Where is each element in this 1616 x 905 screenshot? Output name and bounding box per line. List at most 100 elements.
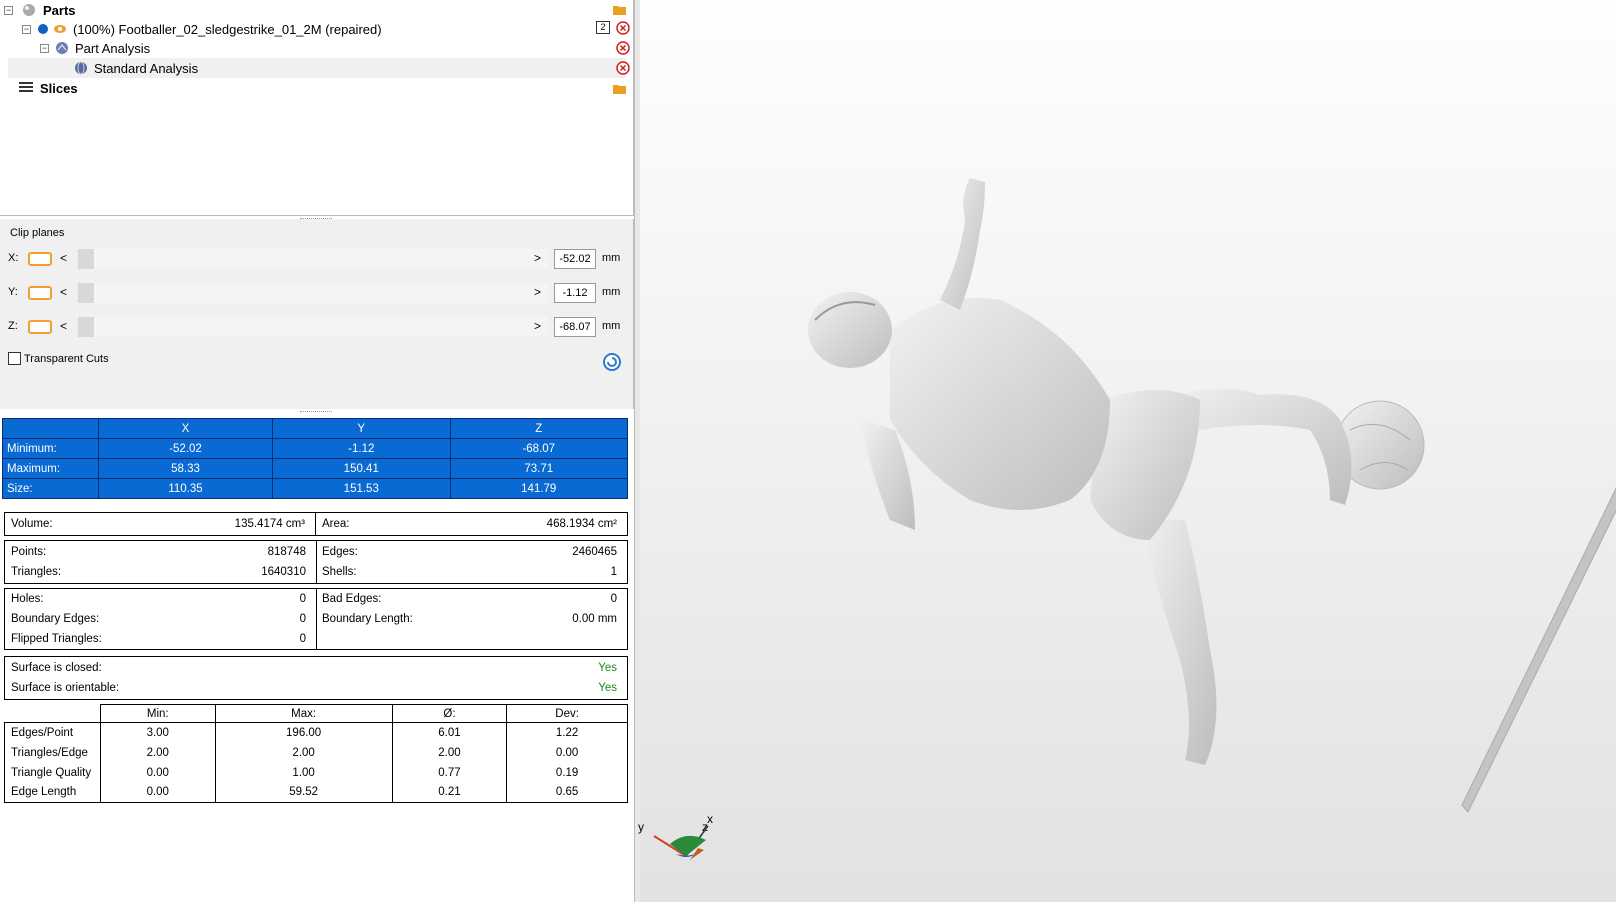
bounding-box-table: XYZ Minimum: -52.02 -1.12 -68.07 Maximum: 58… (2, 418, 628, 499)
part-name: (100%) Footballer_02_sledgestrike_01_2M … (73, 21, 382, 37)
splitter-handle[interactable] (300, 411, 332, 413)
stats-header-min: Min: (100, 704, 216, 723)
errors-box: Holes: 0 Boundary Edges: 0 Flipped Triangl… (4, 588, 628, 650)
clip-z-slider[interactable] (78, 317, 548, 337)
clip-y-toggle[interactable] (28, 286, 52, 300)
boundary-edges-value: 0 (299, 613, 306, 625)
slider-thumb[interactable] (78, 249, 94, 269)
stats-cell: 0.00 (100, 762, 216, 783)
part-tree: − Parts − (100%) Footballer_02_sledgestr… (0, 0, 634, 216)
3d-viewport[interactable]: y x z (638, 0, 1616, 902)
stats-header-avg: Ø: (391, 704, 508, 723)
bbox-cell: -68.07 (449, 438, 628, 459)
clip-y-dec[interactable]: < (60, 285, 67, 299)
table-row: Triangles/Edge 2.00 2.00 2.00 0.00 (4, 742, 628, 763)
table-row: Minimum: -52.02 -1.12 -68.07 (2, 438, 628, 459)
bbox-cell: 150.41 (272, 458, 451, 479)
holes-value: 0 (299, 593, 306, 605)
transparent-cuts-checkbox[interactable] (8, 352, 21, 365)
boundary-edges-label: Boundary Edges: (11, 613, 100, 625)
stats-cell: 6.01 (391, 722, 508, 743)
left-panel: − Parts − (100%) Footballer_02_sledgestr… (0, 0, 634, 902)
stats-cell: 0.00 (506, 742, 628, 763)
globe-icon (75, 61, 87, 75)
folder-open-icon[interactable] (612, 81, 628, 95)
collapse-icon[interactable]: − (40, 43, 49, 53)
bad-edges-label: Bad Edges: (322, 593, 382, 605)
slider-thumb[interactable] (78, 317, 94, 337)
clip-z-unit: mm (602, 320, 621, 332)
transparent-cuts[interactable]: Transparent Cuts (8, 352, 109, 365)
axis-gizmo-icon (653, 825, 709, 860)
area-value: 468.1934 cm² (546, 518, 617, 530)
holes-label: Holes: (11, 593, 44, 605)
stats-header-dev: Dev: (506, 704, 628, 723)
clip-x-slider[interactable] (78, 249, 548, 269)
clip-x-inc[interactable]: > (534, 251, 541, 265)
clip-x-label: X: (8, 252, 19, 264)
footballer-model[interactable] (640, 0, 1616, 902)
clip-y-unit: mm (602, 286, 621, 298)
slider-thumb[interactable] (78, 283, 94, 303)
tree-row-parts[interactable]: − Parts (4, 0, 76, 20)
area-label: Area: (322, 518, 350, 530)
stats-row-label: Edges/Point (4, 722, 101, 743)
bbox-cell: 141.79 (449, 478, 628, 499)
clip-z-inc[interactable]: > (534, 319, 541, 333)
clip-x-value[interactable]: -52.02 (554, 249, 596, 269)
table-row: Edges/Point 3.00 196.00 6.01 1.22 (4, 722, 628, 743)
orientable-value: Yes (598, 682, 617, 694)
triangles-value: 1640310 (261, 566, 306, 578)
collapse-icon[interactable]: − (22, 24, 31, 34)
clip-x-unit: mm (602, 252, 621, 264)
stats-cell: 0.21 (391, 782, 508, 803)
points-value: 818748 (267, 546, 306, 558)
tree-row-analysis[interactable]: − Part Analysis (40, 38, 150, 58)
volume-box: Volume: 135.4174 cm³ Area: 468.1934 cm² (4, 512, 628, 536)
clip-y-slider[interactable] (78, 283, 548, 303)
remove-icon[interactable] (616, 21, 630, 35)
clip-y-inc[interactable]: > (534, 285, 541, 299)
collapse-icon[interactable]: − (4, 5, 13, 15)
clip-row-y: Y: < > -1.12 mm (4, 277, 626, 309)
clip-row-z: Z: < > -68.07 mm (4, 311, 626, 343)
folder-open-icon[interactable] (612, 2, 628, 16)
tree-row-part[interactable]: − (100%) Footballer_02_sledgestrike_01_2… (22, 19, 382, 39)
stats-cell: 0.00 (100, 782, 216, 803)
analysis-icon (56, 42, 68, 54)
stats-cell: 0.77 (391, 762, 508, 783)
edges-value: 2460465 (572, 546, 617, 558)
eye-icon[interactable] (53, 23, 67, 35)
bbox-header-z: Z (449, 418, 628, 439)
bbox-cell: -52.02 (97, 438, 274, 459)
reset-icon[interactable] (602, 352, 622, 372)
stats-cell: 59.52 (214, 782, 393, 803)
clip-z-value[interactable]: -68.07 (554, 317, 596, 337)
stats-cell: 0.19 (506, 762, 628, 783)
axis-y-label: y (638, 820, 644, 834)
slices-icon (19, 82, 33, 92)
remove-icon[interactable] (616, 41, 630, 55)
clip-x-dec[interactable]: < (60, 251, 67, 265)
stats-cell: 2.00 (214, 742, 393, 763)
remove-icon[interactable] (616, 61, 630, 75)
bad-edges-value: 0 (610, 593, 617, 605)
tree-row-standard[interactable]: Standard Analysis (8, 58, 626, 78)
clip-z-toggle[interactable] (28, 320, 52, 334)
clip-z-dec[interactable]: < (60, 319, 67, 333)
clip-y-value[interactable]: -1.12 (554, 283, 596, 303)
clip-planes-panel: Clip planes X: < > -52.02 mm Y: < > -1.1… (0, 219, 634, 409)
mesh-box: Points: 818748 Triangles: 1640310 Edges: 24… (4, 540, 628, 584)
stats-cell: 1.22 (506, 722, 628, 743)
bbox-cell: 58.33 (97, 458, 274, 479)
bbox-row-label: Minimum: (2, 438, 99, 459)
tree-row-slices[interactable]: Slices (18, 78, 78, 98)
clip-x-toggle[interactable] (28, 252, 52, 266)
stats-row-label: Edge Length (4, 782, 101, 803)
axis-indicator: y x z (638, 812, 730, 880)
clip-z-label: Z: (8, 320, 18, 332)
volume-label: Volume: (11, 518, 53, 530)
part-badge[interactable]: 2 (596, 21, 610, 34)
table-row: Size: 110.35 151.53 141.79 (2, 478, 628, 499)
stats-row-label: Triangle Quality (4, 762, 101, 783)
